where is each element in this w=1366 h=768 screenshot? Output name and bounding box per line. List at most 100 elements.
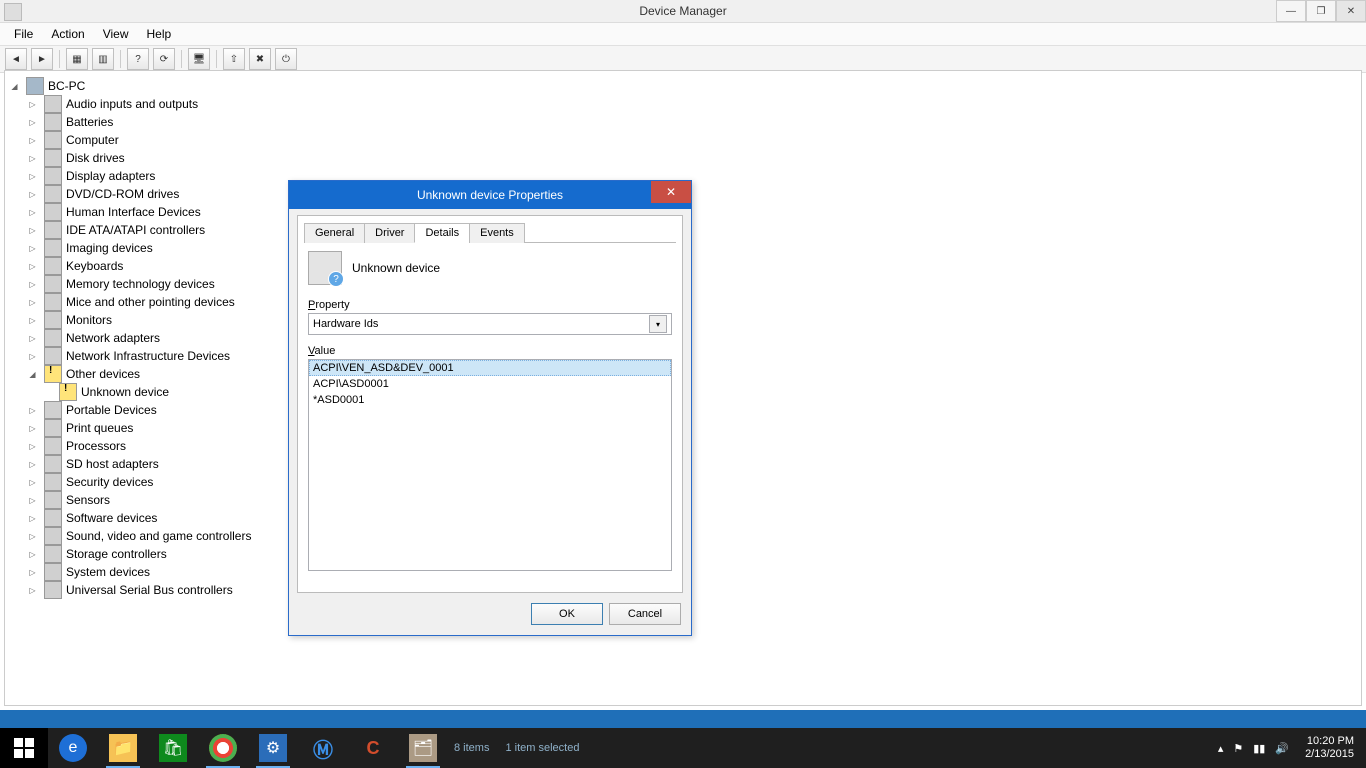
expander-icon[interactable]: ▷	[27, 243, 38, 254]
tree-node-label[interactable]: Display adapters	[66, 169, 155, 183]
tree-node-label[interactable]: Human Interface Devices	[66, 205, 201, 219]
tree-node-other[interactable]: Other devices	[66, 367, 140, 381]
disable-icon[interactable]: ⏻	[275, 48, 297, 70]
chevron-down-icon[interactable]: ▾	[649, 315, 667, 333]
menu-file[interactable]: File	[6, 25, 41, 43]
expander-icon[interactable]: ▷	[27, 207, 38, 218]
tree-root-label[interactable]: BC-PC	[48, 79, 85, 93]
update-driver-icon[interactable]: ⇧	[223, 48, 245, 70]
tree-node[interactable]: ▷ Computer	[9, 131, 1357, 149]
expander-icon[interactable]: ▷	[27, 495, 38, 506]
property-select[interactable]: Hardware Ids ▾	[308, 313, 672, 335]
taskbar-ie[interactable]: e	[48, 728, 98, 768]
value-listbox[interactable]: ACPI\VEN_ASD&DEV_0001 ACPI\ASD0001 *ASD0…	[308, 359, 672, 571]
tab-events[interactable]: Events	[469, 223, 525, 243]
tray-chevron-icon[interactable]: ▴	[1218, 742, 1224, 755]
tree-node-label[interactable]: Mice and other pointing devices	[66, 295, 235, 309]
taskbar-chrome[interactable]	[198, 728, 248, 768]
expander-icon[interactable]: ▷	[27, 567, 38, 578]
tree-node[interactable]: ▷ Batteries	[9, 113, 1357, 131]
expander-icon[interactable]: ▷	[27, 225, 38, 236]
dialog-close-button[interactable]: ✕	[651, 181, 691, 203]
show-hidden-icon[interactable]: ▦	[66, 48, 88, 70]
tab-general[interactable]: General	[304, 223, 365, 243]
expander-icon[interactable]: ◢	[27, 369, 38, 380]
taskbar-control-panel[interactable]: ⚙	[248, 728, 298, 768]
list-item[interactable]: ACPI\VEN_ASD&DEV_0001	[309, 360, 671, 376]
taskbar-malwarebytes[interactable]: Ⓜ	[298, 728, 348, 768]
expander-icon[interactable]: ▷	[27, 513, 38, 524]
expander-icon[interactable]: ▷	[27, 585, 38, 596]
tree-node-unknown[interactable]: Unknown device	[81, 385, 169, 399]
expander-icon[interactable]: ▷	[27, 279, 38, 290]
tree-node-label[interactable]: Disk drives	[66, 151, 125, 165]
minimize-button[interactable]: —	[1276, 0, 1306, 22]
tree-node-label[interactable]: Sound, video and game controllers	[66, 529, 251, 543]
forward-icon[interactable]: ►	[31, 48, 53, 70]
tree-node-label[interactable]: Batteries	[66, 115, 113, 129]
menu-action[interactable]: Action	[43, 25, 92, 43]
taskbar[interactable]: e 📁 🛍 ⚙ Ⓜ C 🗂 8 items 1 item selected ▴ …	[0, 728, 1366, 768]
expander-icon[interactable]: ▷	[27, 261, 38, 272]
tree-node-label[interactable]: Imaging devices	[66, 241, 153, 255]
ok-button[interactable]: OK	[531, 603, 603, 625]
expander-icon[interactable]: ▷	[27, 99, 38, 110]
tree-node-label[interactable]: Network adapters	[66, 331, 160, 345]
tray-volume-icon[interactable]: 🔊	[1275, 742, 1289, 755]
expander-icon[interactable]: ▷	[27, 135, 38, 146]
tree-node-label[interactable]: IDE ATA/ATAPI controllers	[66, 223, 205, 237]
tree-node-label[interactable]: Print queues	[66, 421, 133, 435]
tree-node-label[interactable]: Universal Serial Bus controllers	[66, 583, 233, 597]
taskbar-clock[interactable]: 10:20 PM 2/13/2015	[1299, 735, 1360, 761]
expander-icon[interactable]: ▷	[27, 405, 38, 416]
tab-details[interactable]: Details	[414, 223, 470, 243]
tree-node-label[interactable]: Sensors	[66, 493, 110, 507]
tree-node-label[interactable]: Processors	[66, 439, 126, 453]
expander-icon[interactable]: ▷	[27, 315, 38, 326]
maximize-button[interactable]: ❐	[1306, 0, 1336, 22]
taskbar-folder[interactable]: 🗂	[398, 728, 448, 768]
tree-node[interactable]: ▷ Audio inputs and outputs	[9, 95, 1357, 113]
taskbar-store[interactable]: 🛍	[148, 728, 198, 768]
tree-node[interactable]: ▷ Disk drives	[9, 149, 1357, 167]
tree-node-label[interactable]: Memory technology devices	[66, 277, 215, 291]
list-item[interactable]: ACPI\ASD0001	[309, 376, 671, 392]
expander-icon[interactable]: ▷	[27, 333, 38, 344]
close-button[interactable]: ✕	[1336, 0, 1366, 22]
menu-view[interactable]: View	[95, 25, 137, 43]
expander-icon[interactable]: ▷	[27, 351, 38, 362]
tree-node-label[interactable]: Monitors	[66, 313, 112, 327]
dialog-titlebar[interactable]: Unknown device Properties ✕	[289, 181, 691, 209]
tree-node-label[interactable]: Computer	[66, 133, 119, 147]
tray-flag-icon[interactable]: ⚑	[1233, 742, 1243, 755]
expander-icon[interactable]: ◢	[9, 81, 20, 92]
tree-node-label[interactable]: DVD/CD-ROM drives	[66, 187, 179, 201]
tree-node-label[interactable]: Portable Devices	[66, 403, 157, 417]
taskbar-ccleaner[interactable]: C	[348, 728, 398, 768]
tab-driver[interactable]: Driver	[364, 223, 415, 243]
expander-icon[interactable]: ▷	[27, 423, 38, 434]
expander-icon[interactable]: ▷	[27, 531, 38, 542]
tree-node-label[interactable]: Keyboards	[66, 259, 123, 273]
menu-help[interactable]: Help	[139, 25, 180, 43]
expander-icon[interactable]: ▷	[27, 153, 38, 164]
expander-icon[interactable]: ▷	[27, 189, 38, 200]
back-icon[interactable]: ◄	[5, 48, 27, 70]
scan-icon[interactable]: 🖥	[188, 48, 210, 70]
list-item[interactable]: *ASD0001	[309, 392, 671, 408]
tray-network-icon[interactable]: ▮▮	[1253, 742, 1265, 755]
tree-node-label[interactable]: Storage controllers	[66, 547, 167, 561]
expander-icon[interactable]: ▷	[27, 171, 38, 182]
tree-node-label[interactable]: SD host adapters	[66, 457, 159, 471]
expander-icon[interactable]: ▷	[27, 117, 38, 128]
expander-icon[interactable]: ▷	[27, 549, 38, 560]
tree-node-label[interactable]: Network Infrastructure Devices	[66, 349, 230, 363]
tree-node-label[interactable]: Security devices	[66, 475, 153, 489]
cancel-button[interactable]: Cancel	[609, 603, 681, 625]
taskbar-explorer[interactable]: 📁	[98, 728, 148, 768]
properties-icon[interactable]: ▥	[92, 48, 114, 70]
expander-icon[interactable]: ▷	[27, 297, 38, 308]
expander-icon[interactable]: ▷	[27, 441, 38, 452]
tree-node-label[interactable]: Audio inputs and outputs	[66, 97, 198, 111]
system-tray[interactable]: ▴ ⚑ ▮▮ 🔊 10:20 PM 2/13/2015	[1212, 728, 1366, 768]
